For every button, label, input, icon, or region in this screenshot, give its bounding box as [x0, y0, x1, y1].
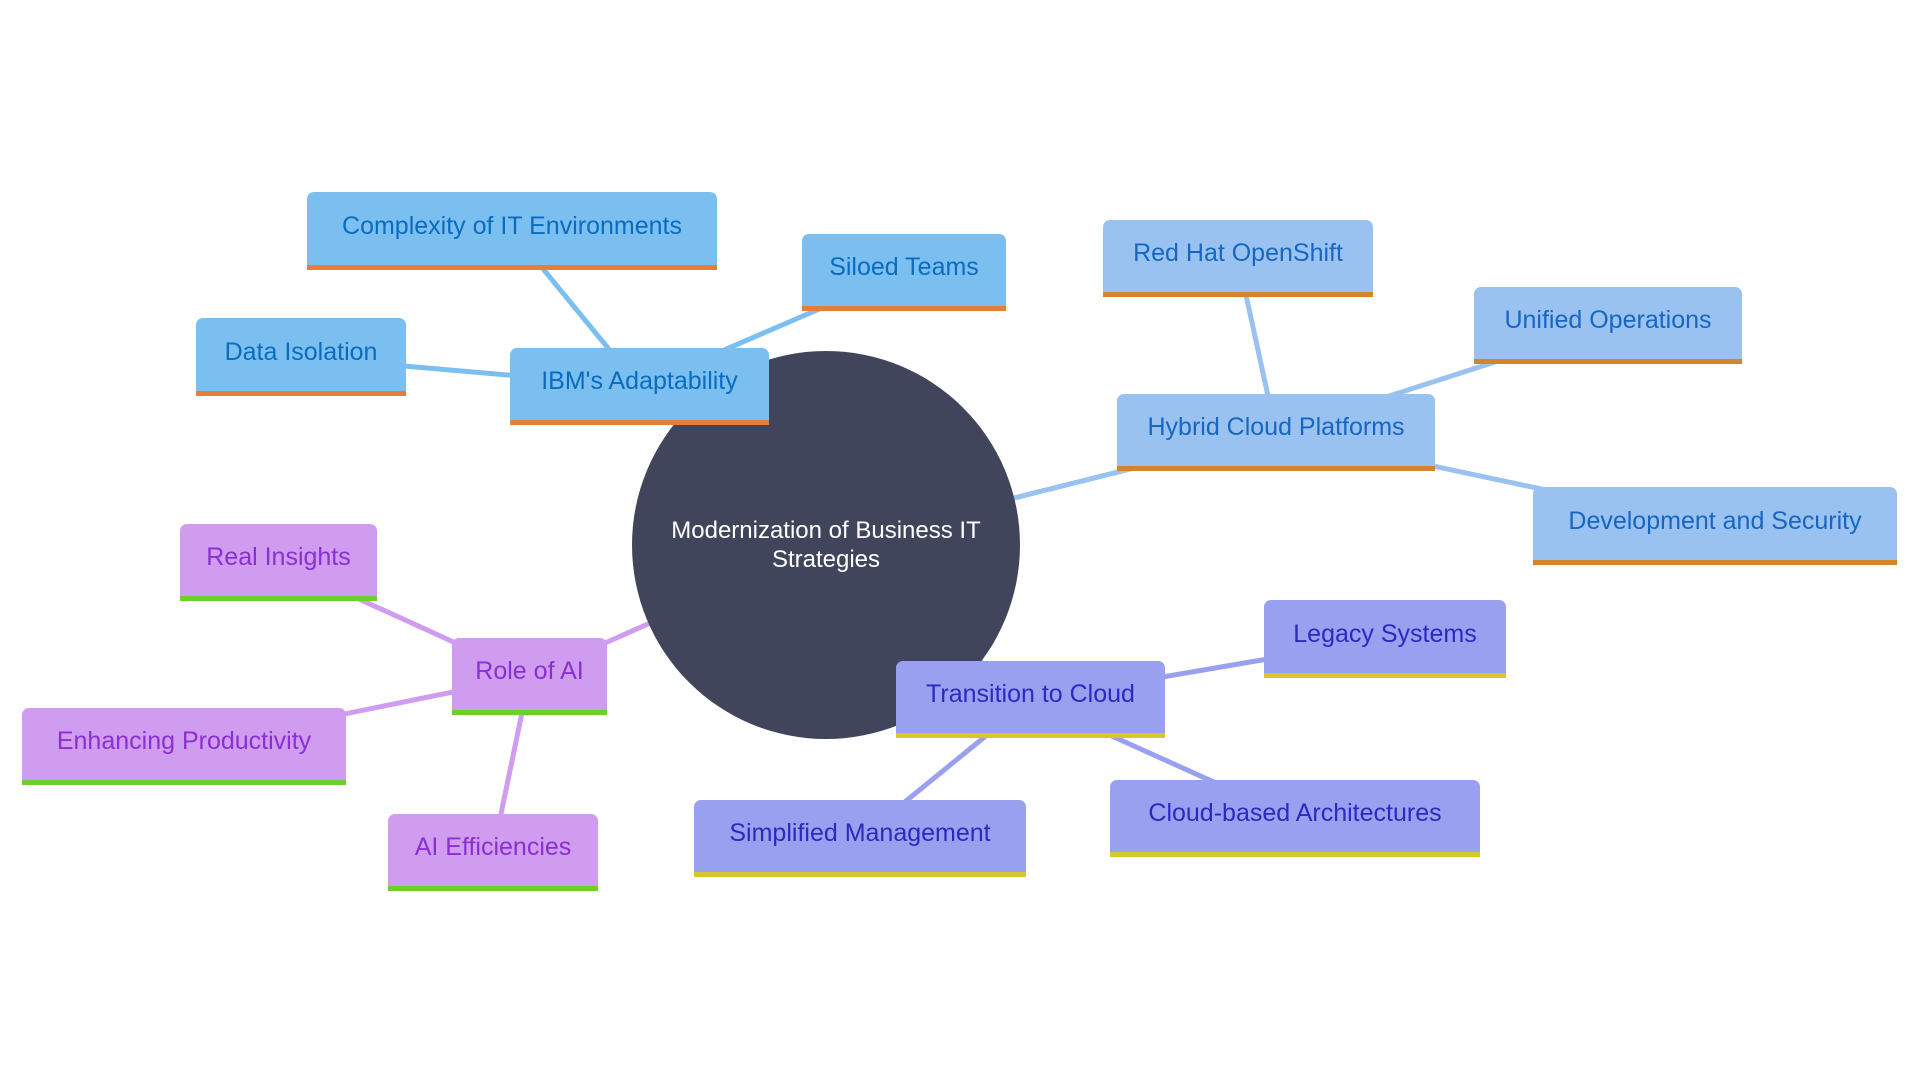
leaf-node-ai-efficiencies[interactable]: AI Efficiencies [388, 814, 598, 891]
leaf-node-development-and-security[interactable]: Development and Security [1533, 487, 1897, 565]
node-label: Complexity of IT Environments [342, 211, 682, 240]
node-label: Simplified Management [729, 819, 991, 847]
node-label: Legacy Systems [1293, 619, 1477, 648]
node-label: AI Efficiencies [414, 833, 572, 861]
node-label: Hybrid Cloud Platforms [1147, 413, 1405, 441]
leaf-node-complexity-of-it-environments[interactable]: Complexity of IT Environments [307, 192, 717, 270]
node-label: Role of AI [475, 657, 584, 685]
leaf-node-simplified-management[interactable]: Simplified Management [694, 800, 1026, 877]
node-label: Red Hat OpenShift [1133, 239, 1343, 267]
leaf-node-legacy-systems[interactable]: Legacy Systems [1264, 600, 1506, 678]
node-label: Data Isolation [224, 337, 378, 366]
leaf-node-data-isolation[interactable]: Data Isolation [196, 318, 406, 396]
node-label: IBM's Adaptability [541, 367, 738, 395]
node-label: Real Insights [206, 543, 351, 571]
node-label: Development and Security [1568, 506, 1862, 535]
leaf-node-real-insights[interactable]: Real Insights [180, 524, 377, 601]
leaf-node-siloed-teams[interactable]: Siloed Teams [802, 234, 1006, 311]
leaf-node-unified-operations[interactable]: Unified Operations [1474, 287, 1742, 364]
node-label: Cloud-based Architectures [1148, 799, 1442, 827]
node-label: Siloed Teams [829, 253, 979, 281]
branch-node-role-of-ai[interactable]: Role of AI [452, 638, 607, 715]
leaf-node-red-hat-openshift[interactable]: Red Hat OpenShift [1103, 220, 1373, 297]
node-label: Transition to Cloud [926, 680, 1135, 708]
branch-node-transition-to-cloud[interactable]: Transition to Cloud [896, 661, 1165, 738]
branch-node-ibms-adaptability[interactable]: IBM's Adaptability [510, 348, 769, 425]
node-label: Enhancing Productivity [56, 727, 312, 755]
root-node-label: Modernization of Business IT Strategies [671, 517, 981, 573]
branch-node-hybrid-cloud-platforms[interactable]: Hybrid Cloud Platforms [1117, 394, 1435, 471]
node-label: Unified Operations [1504, 306, 1712, 334]
leaf-node-enhancing-productivity[interactable]: Enhancing Productivity [22, 708, 346, 785]
leaf-node-cloud-based-architectures[interactable]: Cloud-based Architectures [1110, 780, 1480, 857]
